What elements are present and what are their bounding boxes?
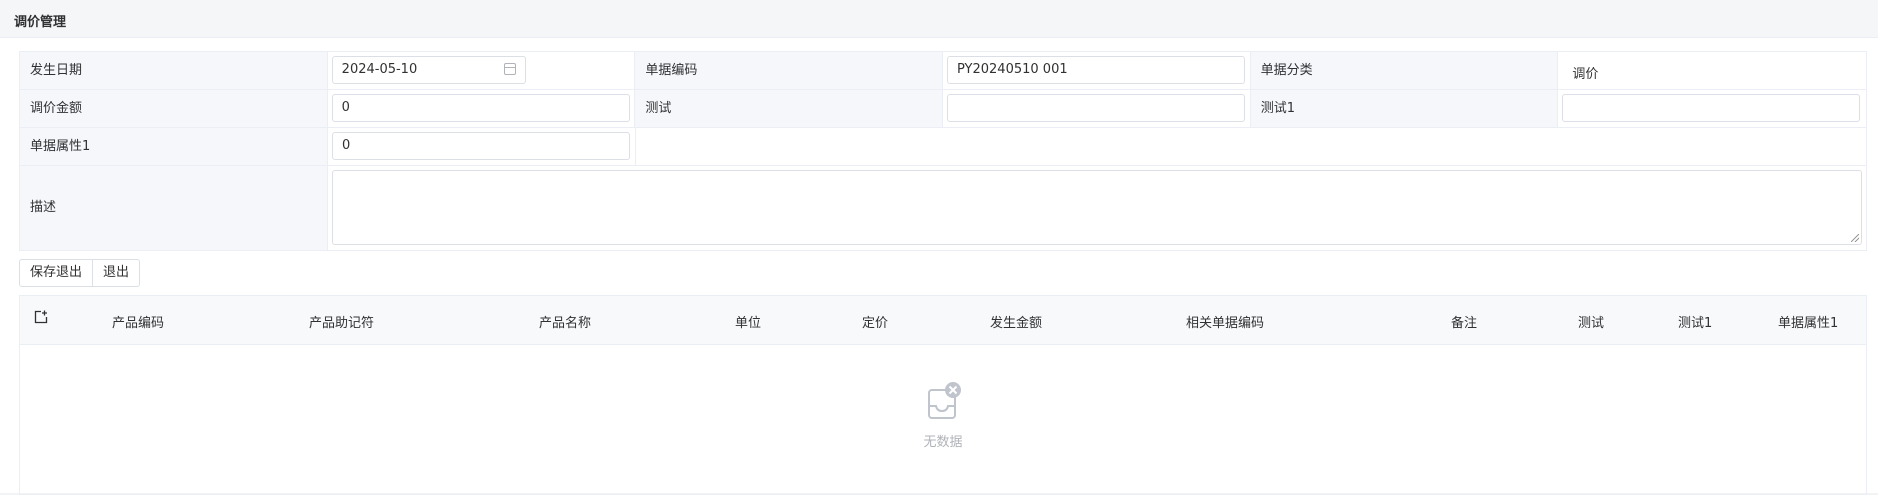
column-header-unit[interactable]: 单位 — [735, 312, 761, 331]
column-header-product-mnemonic[interactable]: 产品助记符 — [309, 312, 374, 331]
column-header-related-doc-code[interactable]: 相关单据编码 — [1186, 312, 1264, 331]
test-label: 测试 — [635, 90, 944, 128]
description-cell — [328, 166, 1867, 251]
adjust-amount-input[interactable]: 0 — [331, 94, 630, 122]
action-toolbar: 保存退出 退出 — [19, 259, 141, 287]
doc-code-value: PY20240510 001 — [957, 62, 1068, 77]
column-header-test1[interactable]: 测试1 — [1678, 312, 1712, 331]
column-header-doc-attr1[interactable]: 单据属性1 — [1778, 312, 1838, 331]
form-row: 描述 — [20, 166, 1867, 251]
form-spacer — [636, 128, 1867, 166]
occur-date-label: 发生日期 — [20, 52, 328, 90]
occur-date-cell: 2024-05-10 — [327, 52, 636, 90]
occur-date-input[interactable]: 2024-05-10 — [331, 56, 526, 84]
empty-inbox-icon — [928, 382, 961, 419]
doc-category-label: 单据分类 — [1250, 52, 1559, 90]
adjust-amount-label: 调价金额 — [20, 90, 328, 128]
adjust-amount-cell: 0 — [327, 90, 636, 128]
main-content: 发生日期 2024-05-10 单据编码 PY20240510 001 单据分类… — [0, 38, 1878, 495]
empty-text: 无数据 — [923, 435, 963, 450]
form-row: 调价金额 0 测试 测试1 — [20, 90, 1868, 128]
add-row-icon[interactable] — [34, 310, 48, 324]
column-header-price[interactable]: 定价 — [862, 312, 888, 331]
test-cell — [943, 90, 1251, 128]
test1-label: 测试1 — [1250, 90, 1559, 128]
column-header-remark[interactable]: 备注 — [1451, 312, 1477, 331]
form-row: 发生日期 2024-05-10 单据编码 PY20240510 001 单据分类… — [20, 52, 1867, 90]
doc-attr1-input[interactable]: 0 — [332, 132, 630, 160]
exit-button[interactable]: 退出 — [93, 259, 141, 287]
test1-input[interactable] — [1562, 94, 1861, 122]
form-row: 单据属性1 0 — [20, 128, 1867, 166]
doc-code-cell: PY20240510 001 — [943, 52, 1251, 90]
page-title: 调价管理 — [14, 15, 67, 30]
product-table: 产品编码 产品助记符 产品名称 单位 定价 发生金额 相关单据编码 备注 测试 … — [19, 295, 1867, 495]
doc-attr1-cell: 0 — [328, 128, 636, 166]
table-header: 产品编码 产品助记符 产品名称 单位 定价 发生金额 相关单据编码 备注 测试 … — [20, 296, 1866, 345]
description-textarea[interactable] — [332, 170, 1862, 245]
doc-attr1-value: 0 — [342, 138, 351, 153]
doc-category-value: 调价 — [1558, 52, 1867, 90]
resize-grip-icon[interactable] — [1851, 234, 1859, 242]
column-header-amount[interactable]: 发生金额 — [990, 312, 1042, 331]
table-empty-state: 无数据 — [20, 345, 1866, 495]
column-header-test[interactable]: 测试 — [1578, 312, 1604, 331]
occur-date-value: 2024-05-10 — [341, 62, 418, 77]
document-form: 发生日期 2024-05-10 单据编码 PY20240510 001 单据分类… — [19, 51, 1868, 251]
doc-code-label: 单据编码 — [635, 52, 943, 90]
adjust-amount-value: 0 — [341, 100, 350, 115]
doc-code-input[interactable]: PY20240510 001 — [947, 56, 1245, 84]
doc-attr1-label: 单据属性1 — [20, 128, 328, 166]
page-header: 调价管理 — [0, 0, 1878, 38]
column-header-product-name[interactable]: 产品名称 — [539, 312, 591, 331]
test1-cell — [1558, 90, 1868, 128]
calendar-icon[interactable] — [503, 63, 516, 75]
column-header-product-code[interactable]: 产品编码 — [112, 312, 164, 331]
save-exit-button[interactable]: 保存退出 — [19, 259, 94, 287]
description-label: 描述 — [20, 166, 328, 251]
test-input[interactable] — [947, 94, 1246, 122]
